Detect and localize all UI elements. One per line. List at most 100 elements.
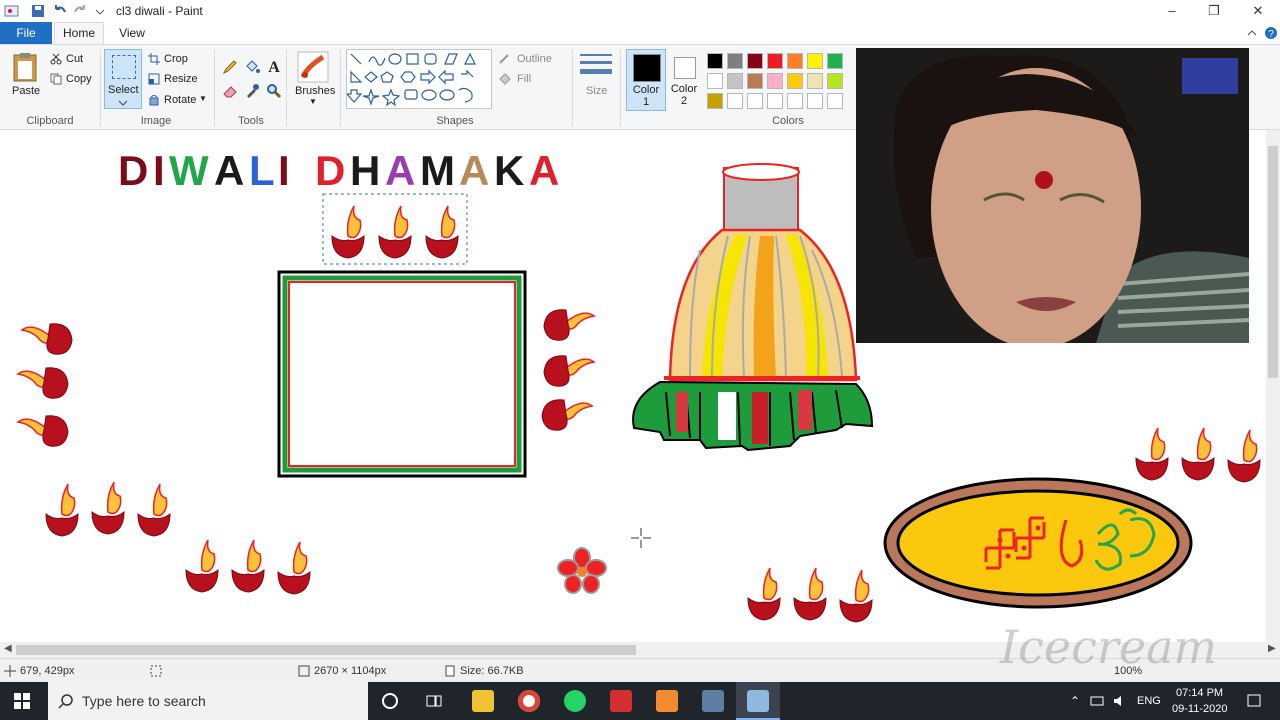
paint-taskbar-button[interactable] [736,682,780,720]
palette-swatch[interactable] [727,53,743,69]
palette-swatch[interactable] [787,53,803,69]
diya-right-1 [1135,427,1169,481]
window-title: cl3 diwali - Paint [116,4,203,18]
cut-button[interactable]: Cut [66,53,83,65]
paste-button[interactable]: Paste [12,85,40,97]
cursor-position-icon [4,665,16,677]
camera-icon[interactable] [702,690,724,712]
palette-swatch[interactable] [727,93,743,109]
rotate-button[interactable]: Rotate [164,94,196,106]
tray-chevron-icon[interactable]: ⌃ [1070,694,1080,708]
palette-swatch[interactable] [807,53,823,69]
acrobat-icon[interactable] [610,690,632,712]
palette-swatch[interactable] [827,73,843,89]
outline-button[interactable]: Outline [517,53,552,65]
size-icon[interactable] [580,51,612,81]
fill-icon [499,73,511,85]
text-tool-icon[interactable]: A [266,57,282,75]
tab-home[interactable]: Home [54,22,104,44]
diya-row2-3 [277,541,311,595]
file-size-icon [445,665,455,677]
tab-view[interactable]: View [108,22,156,44]
select-label: Select [108,84,139,96]
help-icon[interactable]: ? [1264,26,1278,40]
task-view-icon[interactable] [424,691,444,711]
save-icon[interactable] [30,3,46,19]
palette-swatch[interactable] [707,73,723,89]
color2-button[interactable]: Color 2 [668,49,702,111]
search-placeholder: Type here to search [82,693,206,709]
palette-swatch[interactable] [807,93,823,109]
pencil-icon[interactable] [222,59,238,75]
palette-swatch[interactable] [827,93,843,109]
volume-icon[interactable] [1112,694,1128,708]
heading-letter: A [459,147,489,194]
palette-swatch[interactable] [727,73,743,89]
heading-letter: A [385,147,415,194]
palette-swatch[interactable] [747,93,763,109]
shapes-gallery[interactable] [345,49,492,109]
vertical-scrollbar[interactable] [1266,130,1280,642]
palette-swatch[interactable] [767,93,783,109]
cortana-icon[interactable] [380,691,400,711]
select-button[interactable]: Select [104,49,142,109]
notifications-icon[interactable] [1246,693,1262,709]
palette-swatch[interactable] [787,93,803,109]
eraser-icon[interactable] [222,83,238,99]
select-icon [112,55,136,79]
palette-swatch[interactable] [707,53,723,69]
palette-swatch[interactable] [787,73,803,89]
taskbar-search[interactable]: Type here to search [48,682,368,720]
close-button[interactable]: ✕ [1236,0,1280,22]
group-divider [620,49,621,127]
diya-selected-3 [425,205,459,259]
resize-button[interactable]: Resize [164,73,198,85]
size-button[interactable]: Size [586,85,607,97]
palette-swatch[interactable] [747,53,763,69]
scroll-right-icon[interactable]: ▶ [1268,643,1276,654]
file-explorer-icon[interactable] [472,690,494,712]
tab-file[interactable]: File [0,22,52,44]
magnifier-icon[interactable] [266,83,282,99]
crop-button[interactable]: Crop [164,53,188,65]
restore-button[interactable]: ❐ [1192,0,1236,22]
fill-button[interactable]: Fill [517,73,531,85]
customize-toolbar-icon[interactable] [92,3,108,19]
undo-icon[interactable] [52,3,68,19]
tools-group-label: Tools [238,115,264,127]
paste-icon[interactable] [12,51,40,83]
scroll-left-icon[interactable]: ◀ [4,643,12,654]
fill-bucket-icon[interactable] [244,59,260,75]
recorder-app-icon[interactable] [656,690,678,712]
color1-button[interactable]: Color 1 [626,49,666,111]
diya-selected-1 [331,205,365,259]
whatsapp-icon[interactable] [564,690,586,712]
minimize-button[interactable]: – [1150,0,1194,22]
collapse-ribbon-icon[interactable] [1246,27,1258,39]
redo-icon[interactable] [72,3,88,19]
heading-letter: A [214,147,244,194]
windows-start-icon[interactable] [14,693,30,709]
palette-swatch[interactable] [807,73,823,89]
palette-swatch[interactable] [767,73,783,89]
copy-button[interactable]: Copy [66,73,92,85]
palette-swatch[interactable] [707,93,723,109]
brushes-icon[interactable] [297,51,329,83]
color-picker-icon[interactable] [244,83,260,99]
brushes-button[interactable]: Brushes [295,85,335,97]
presenter-video [856,48,1249,343]
palette-swatch[interactable] [747,73,763,89]
network-icon[interactable] [1090,694,1106,708]
language-indicator[interactable]: ENG [1137,695,1161,707]
horizontal-scroll-thumb[interactable] [16,645,636,655]
webcam-overlay [856,48,1249,343]
clock-time[interactable]: 07:14 PM [1176,687,1223,699]
clock-date[interactable]: 09-11-2020 [1172,703,1227,715]
chrome-icon[interactable] [518,690,540,712]
palette-swatch[interactable] [767,53,783,69]
file-size: Size: 66.7KB [460,665,524,677]
vertical-scroll-thumb[interactable] [1268,146,1278,378]
palette-swatch[interactable] [827,53,843,69]
heading-letter: W [169,147,209,194]
color-palette[interactable] [706,51,856,113]
